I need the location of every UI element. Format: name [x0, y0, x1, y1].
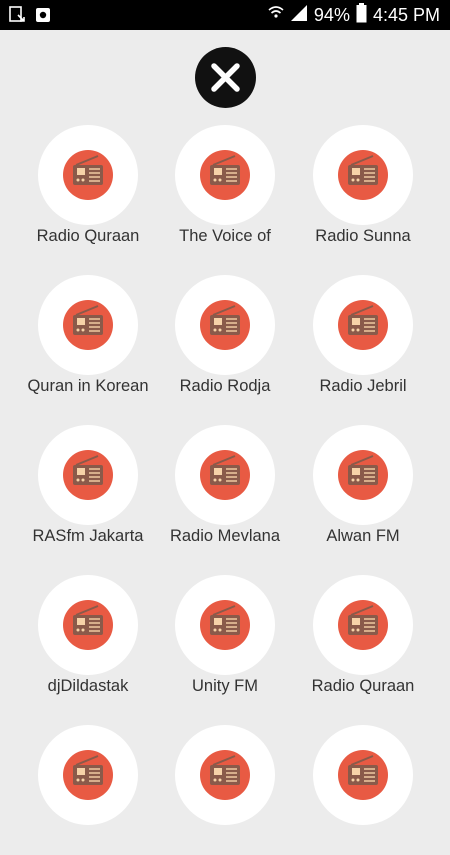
- station-icon-circle[interactable]: [313, 275, 413, 375]
- station-label: Radio Mevlana: [169, 527, 281, 545]
- radio-icon: [63, 450, 113, 500]
- station-item[interactable]: Unity FM: [155, 575, 295, 705]
- radio-icon: [200, 600, 250, 650]
- station-item[interactable]: [293, 725, 433, 855]
- radio-icon: [200, 450, 250, 500]
- radio-icon: [338, 150, 388, 200]
- station-icon-circle[interactable]: [38, 425, 138, 525]
- station-item[interactable]: Radio Sunna: [293, 125, 433, 255]
- station-icon-circle[interactable]: [38, 275, 138, 375]
- station-icon-circle[interactable]: [38, 725, 138, 825]
- station-icon-circle[interactable]: [313, 725, 413, 825]
- radio-icon: [338, 750, 388, 800]
- station-label: Radio Quraan: [311, 677, 415, 695]
- station-label: Radio Sunna: [315, 227, 411, 245]
- station-grid: Radio Quraan The Voice of Radio Sunna Qu…: [0, 0, 450, 825]
- station-item[interactable]: Radio Quraan: [18, 125, 158, 255]
- radio-icon: [63, 150, 113, 200]
- station-label: Radio Jebril: [319, 377, 407, 395]
- station-icon-circle[interactable]: [313, 575, 413, 675]
- station-item[interactable]: djDildastak: [18, 575, 158, 705]
- station-item[interactable]: [155, 725, 295, 855]
- station-item[interactable]: Radio Quraan: [293, 575, 433, 705]
- station-label: The Voice of: [179, 227, 271, 245]
- station-item[interactable]: Alwan FM: [293, 425, 433, 555]
- station-icon-circle[interactable]: [175, 125, 275, 225]
- station-icon-circle[interactable]: [313, 125, 413, 225]
- station-label: Radio Quraan: [36, 227, 140, 245]
- radio-icon: [200, 150, 250, 200]
- radio-icon: [338, 600, 388, 650]
- station-item[interactable]: Quran in Korean: [18, 275, 158, 405]
- station-label: djDildastak: [47, 677, 129, 695]
- station-label: Unity FM: [192, 677, 258, 695]
- station-item[interactable]: The Voice of: [155, 125, 295, 255]
- radio-icon: [200, 750, 250, 800]
- station-label: Radio Rodja: [179, 377, 271, 395]
- station-label: Alwan FM: [326, 527, 400, 545]
- station-item[interactable]: RASfm Jakarta: [18, 425, 158, 555]
- station-icon-circle[interactable]: [175, 575, 275, 675]
- radio-icon: [338, 450, 388, 500]
- station-icon-circle[interactable]: [175, 725, 275, 825]
- station-icon-circle[interactable]: [38, 575, 138, 675]
- station-item[interactable]: [18, 725, 158, 855]
- station-icon-circle[interactable]: [175, 425, 275, 525]
- station-icon-circle[interactable]: [38, 125, 138, 225]
- radio-icon: [338, 300, 388, 350]
- radio-icon: [63, 750, 113, 800]
- station-label: Quran in Korean: [27, 377, 149, 395]
- radio-icon: [63, 600, 113, 650]
- radio-icon: [200, 300, 250, 350]
- station-item[interactable]: Radio Jebril: [293, 275, 433, 405]
- station-label: RASfm Jakarta: [32, 527, 144, 545]
- station-icon-circle[interactable]: [175, 275, 275, 375]
- station-icon-circle[interactable]: [313, 425, 413, 525]
- station-item[interactable]: Radio Rodja: [155, 275, 295, 405]
- radio-icon: [63, 300, 113, 350]
- station-item[interactable]: Radio Mevlana: [155, 425, 295, 555]
